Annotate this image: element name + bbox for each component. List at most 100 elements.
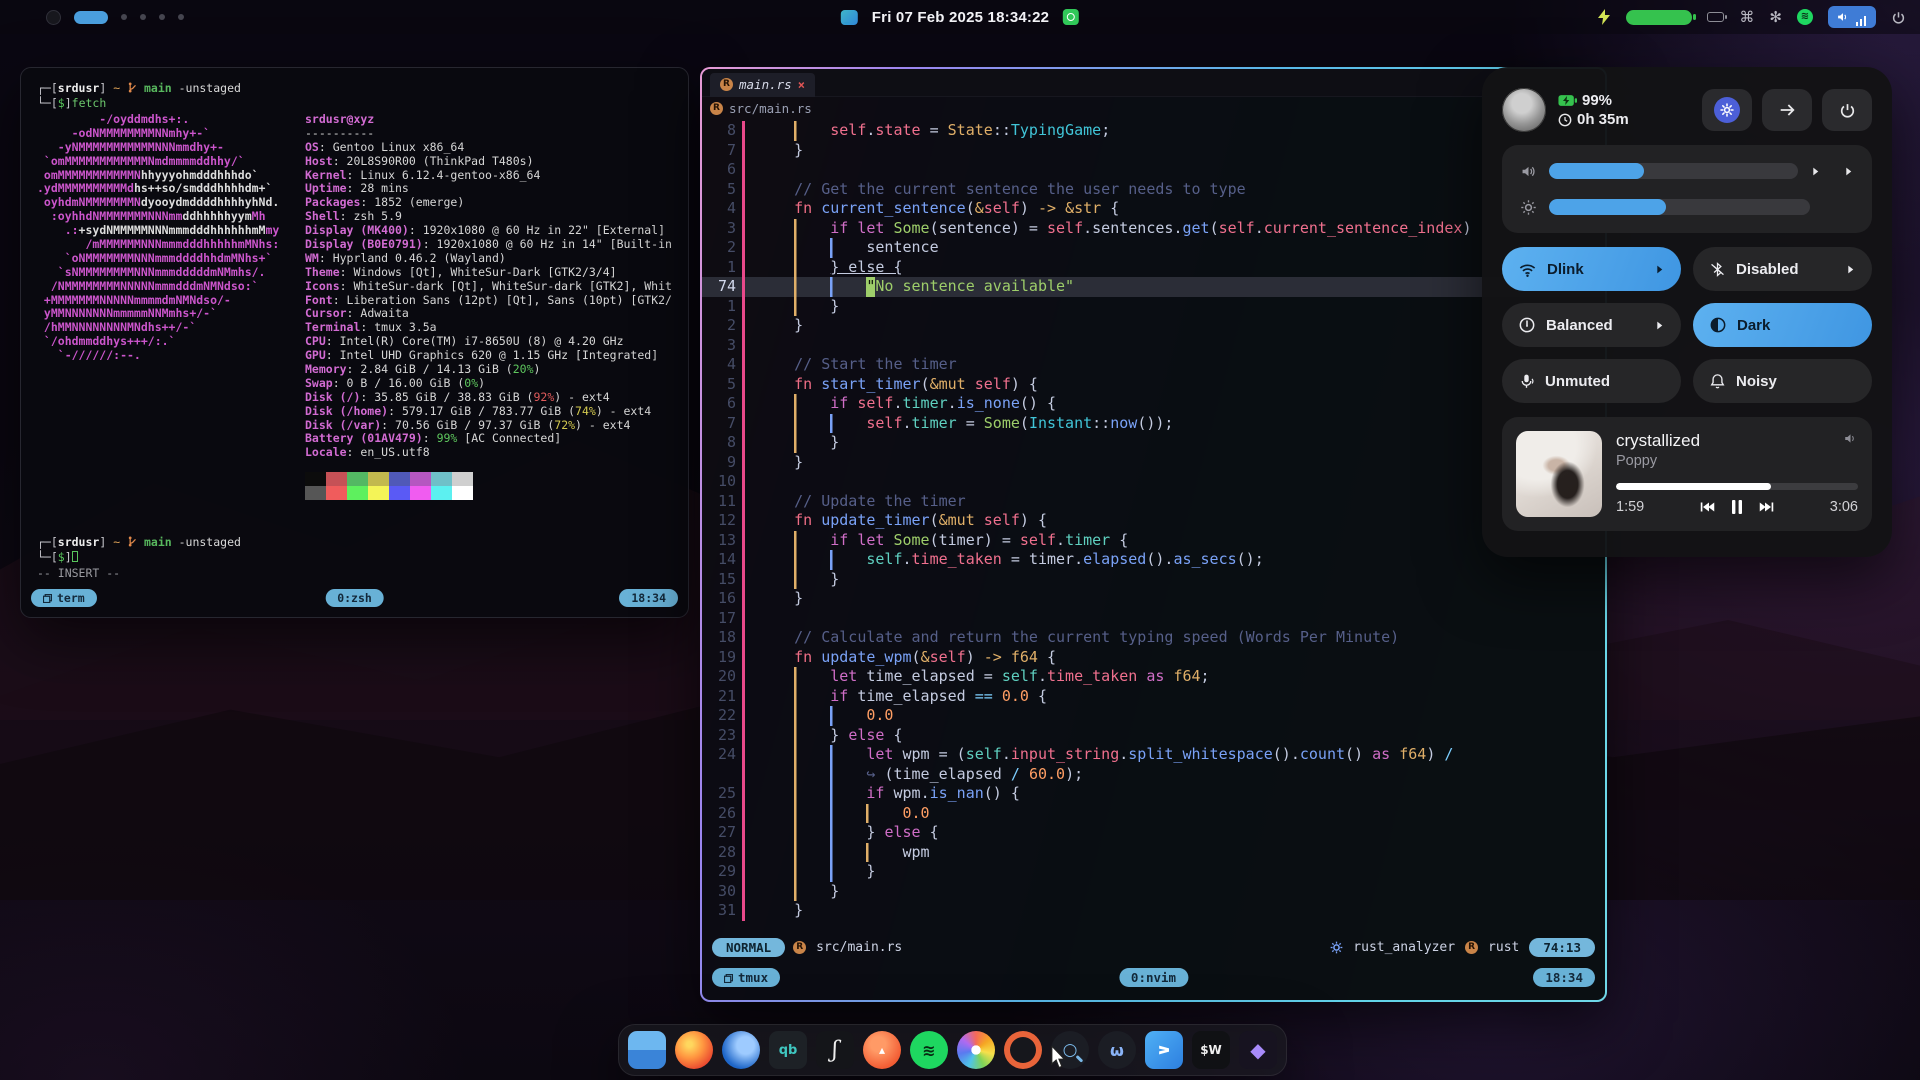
line-number: 24 — [702, 745, 742, 765]
tmux-session[interactable]: tmux — [712, 968, 780, 987]
code-line: 27 } else { — [702, 823, 1605, 843]
dock-icon-firefox[interactable] — [675, 1031, 713, 1069]
workspace-special-dot[interactable] — [46, 10, 61, 25]
dock-glyph: ≋ — [922, 1041, 935, 1060]
toggle-disabled[interactable]: Disabled — [1693, 247, 1872, 291]
dock-icon-swirl-app[interactable]: ʃ — [816, 1031, 854, 1069]
gutter-bar — [742, 180, 745, 200]
code-buffer[interactable]: 8 self.state = State::TypingGame;7 }65 /… — [702, 119, 1605, 934]
avatar[interactable] — [1502, 88, 1546, 132]
dock-icon-photos[interactable] — [957, 1031, 995, 1069]
toggle-balanced[interactable]: Balanced — [1502, 303, 1681, 347]
toggle-label: Dark — [1737, 317, 1770, 334]
workspace-dot[interactable] — [121, 14, 127, 20]
code-line: 30 } — [702, 882, 1605, 902]
tab-close-icon[interactable]: × — [798, 78, 805, 92]
dock-icon-files[interactable] — [628, 1031, 666, 1069]
settings-button[interactable] — [1702, 89, 1752, 131]
toggle-unmuted[interactable]: Unmuted — [1502, 359, 1681, 403]
line-number: 2 — [702, 238, 742, 258]
gutter-bar — [742, 745, 745, 765]
dock-icon-tangerine-app[interactable]: ▴ — [863, 1031, 901, 1069]
dock-icon-ring-app[interactable] — [1004, 1031, 1042, 1069]
menu-clock[interactable]: Fri 07 Feb 2025 18:34:22 — [872, 9, 1049, 26]
power-icon[interactable] — [1891, 10, 1906, 25]
chevron-right-icon[interactable] — [1843, 166, 1854, 177]
gutter-bar — [742, 765, 745, 785]
pause-button[interactable] — [1731, 500, 1743, 514]
color-palette — [305, 472, 672, 500]
messages-icon[interactable] — [841, 10, 858, 25]
previous-button[interactable] — [1700, 501, 1715, 513]
dock-glyph: ∨ — [1154, 1043, 1174, 1057]
brightness-slider[interactable] — [1549, 199, 1810, 215]
album-art[interactable] — [1516, 431, 1602, 517]
gutter-bar — [742, 199, 745, 219]
editor-window[interactable]: R main.rs × R src/main.rs 8 self.state =… — [700, 67, 1607, 1002]
chevron-right-icon[interactable] — [1654, 264, 1665, 275]
line-number: 18 — [702, 628, 742, 648]
toggle-noisy[interactable]: Noisy — [1693, 359, 1872, 403]
ascii-logo-line: :oyhhdNMMMMMMMNNNmmddhhhhhyymMh — [37, 210, 285, 224]
code-line: 23 } else { — [702, 726, 1605, 746]
code-line: 12 fn update_timer(&mut self) { — [702, 511, 1605, 531]
code-line: 5 fn start_timer(&mut self) { — [702, 375, 1605, 395]
palette-swatch — [410, 486, 431, 500]
command-icon[interactable]: ⌘ — [1739, 8, 1754, 26]
tmux-window[interactable]: 0:zsh — [325, 589, 384, 607]
dock-icon-thunderbird[interactable] — [722, 1031, 760, 1069]
dock-icon-dollar-w-app[interactable]: $W — [1192, 1031, 1230, 1069]
code-line: 26 0.0 — [702, 804, 1605, 824]
dock-icon-discord[interactable]: ω — [1098, 1031, 1136, 1069]
system-info-line: Kernel: Linux 6.12.4-gentoo-x86_64 — [305, 169, 672, 183]
dock-icon-vscode[interactable]: ∨ — [1145, 1031, 1183, 1069]
tab-main-rs[interactable]: R main.rs × — [710, 73, 815, 97]
dock-icon-qbittorrent[interactable]: qb — [769, 1031, 807, 1069]
line-number: 74 — [702, 277, 742, 297]
code-line: 2 } — [702, 316, 1605, 336]
audio-pill[interactable] — [1828, 6, 1876, 28]
dock-icon-obsidian[interactable]: ◆ — [1239, 1031, 1277, 1069]
code-line: 24 let wpm = (self.input_string.split_wh… — [702, 745, 1605, 765]
tmux-window[interactable]: 0:nvim — [1119, 968, 1188, 987]
toggle-label: Balanced — [1546, 317, 1613, 334]
toggle-dark[interactable]: Dark — [1693, 303, 1872, 347]
tray-battery-icon[interactable] — [1707, 12, 1724, 22]
toggle-dlink[interactable]: Dlink — [1502, 247, 1681, 291]
tmux-clock: 18:34 — [1533, 968, 1595, 987]
logout-button[interactable] — [1762, 89, 1812, 131]
dock-icon-spotify[interactable]: ≋ — [910, 1031, 948, 1069]
lsp-name: rust_analyzer — [1353, 940, 1455, 955]
asterisk-icon[interactable]: ✻ — [1769, 8, 1782, 26]
spotify-tray-icon[interactable]: ≋ — [1797, 9, 1813, 25]
ascii-logo-line: /mMMMMMMNNNmmmdddhhhhhmMNhs: — [37, 238, 285, 252]
system-info-line: Cursor: Adwaita — [305, 307, 672, 321]
workspace-dot[interactable] — [140, 14, 146, 20]
code-line: 7 self.timer = Some(Instant::now()); — [702, 414, 1605, 434]
battery-indicator[interactable] — [1626, 10, 1692, 25]
output-speaker-icon[interactable] — [1843, 431, 1858, 469]
power-button[interactable] — [1822, 89, 1872, 131]
volume-slider[interactable] — [1549, 163, 1798, 179]
chevron-right-icon[interactable] — [1845, 264, 1856, 275]
gutter-bar — [742, 804, 745, 824]
chevron-right-icon[interactable] — [1810, 166, 1821, 177]
next-button[interactable] — [1759, 501, 1774, 513]
menu-bar: Fri 07 Feb 2025 18:34:22 ⌘ ✻ ≋ — [0, 0, 1920, 34]
tmux-session[interactable]: term — [31, 589, 97, 607]
dock-glyph: ω — [1110, 1041, 1124, 1060]
ascii-logo-line: .:+sydNMMMMMNNNmmmdddhhhhhhmMmy — [37, 224, 285, 238]
workspace-active-pill[interactable] — [74, 11, 108, 24]
chevron-right-icon[interactable] — [1654, 320, 1665, 331]
terminal-window[interactable]: ┌─[srdusr] ~ main -unstaged └─[$]fetch -… — [20, 67, 689, 618]
workspace-dot[interactable] — [159, 14, 165, 20]
system-info-line: ---------- — [305, 127, 672, 141]
workspace-dot[interactable] — [178, 14, 184, 20]
code-line: 6 — [702, 160, 1605, 180]
track-progress[interactable] — [1616, 483, 1858, 490]
contrast-icon — [1709, 316, 1727, 334]
screen-record-icon[interactable] — [1063, 9, 1079, 25]
gutter-bar — [742, 511, 745, 531]
ascii-logo-line: `-//////:--. — [37, 349, 285, 363]
system-info-line: Packages: 1852 (emerge) — [305, 196, 672, 210]
